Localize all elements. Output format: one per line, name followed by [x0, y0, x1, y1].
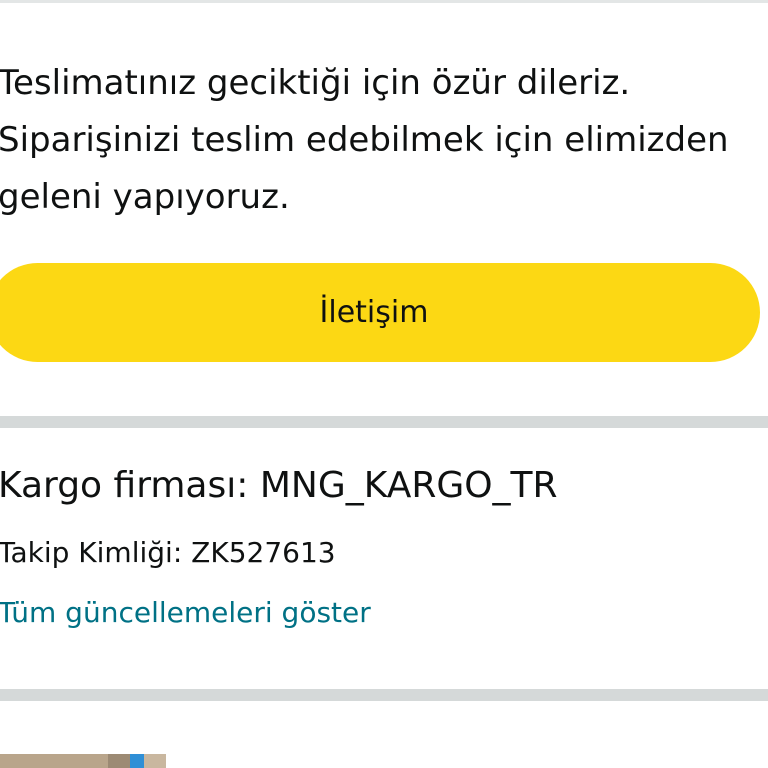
tracking-id: Takip Kimliği: ZK527613	[0, 536, 336, 569]
order-tracking-page: Teslimatınız geciktiği için özür dileriz…	[0, 0, 768, 768]
product-image[interactable]	[0, 754, 166, 768]
package-shape	[144, 754, 166, 768]
top-divider	[0, 0, 768, 3]
section-divider	[0, 689, 768, 701]
package-shape	[108, 754, 130, 768]
contact-button[interactable]: İletişim	[0, 263, 760, 362]
package-label	[130, 754, 144, 768]
delivery-delay-message: Teslimatınız geciktiği için özür dileriz…	[0, 63, 729, 217]
carrier-name: Kargo firması: MNG_KARGO_TR	[0, 465, 558, 506]
section-divider	[0, 416, 768, 428]
show-all-updates-link[interactable]: Tüm güncellemeleri göster	[0, 593, 371, 633]
